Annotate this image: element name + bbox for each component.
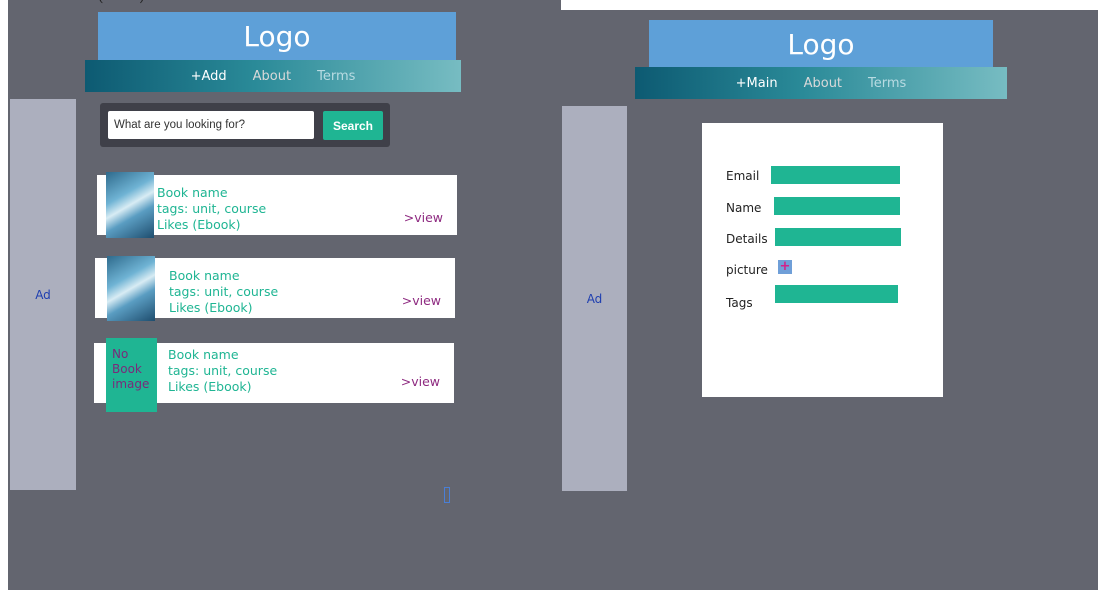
nav-about-link[interactable]: About [253, 69, 291, 84]
add-book-page-wireframe: ( ) Logo +Add About Terms Ad Search Book… [8, 0, 561, 590]
book-card[interactable]: Book name tags: unit, course Likes (Eboo… [95, 256, 455, 321]
view-link[interactable]: >view [401, 374, 440, 389]
add-form-page-wireframe: Logo +Main About Terms Ad Email Name Det… [560, 10, 1098, 590]
nav-bar: +Main About Terms [635, 67, 1007, 99]
nav-terms-link[interactable]: Terms [868, 76, 906, 91]
cut-off-text: ( ) [98, 0, 145, 5]
book-cover-image [107, 256, 155, 321]
book-likes: Likes (Ebook) [169, 300, 253, 315]
search-bar: Search [100, 103, 390, 147]
logo[interactable]: Logo [649, 20, 993, 68]
book-card[interactable]: No Book image Book name tags: unit, course… [94, 338, 454, 412]
nav-main-link[interactable]: +Main [736, 76, 778, 91]
ad-banner[interactable]: Ad [562, 106, 627, 491]
name-label: Name [726, 201, 762, 215]
book-info: Book name tags: unit, course Likes (Eboo… [157, 185, 266, 233]
book-tags: tags: unit, course [168, 363, 278, 378]
book-likes: Likes (Ebook) [168, 379, 252, 394]
view-link[interactable]: >view [404, 210, 443, 225]
scroll-indicator[interactable] [444, 487, 450, 503]
book-tags: tags: unit, course [169, 284, 279, 299]
book-info: Book name tags: unit, course Likes (Eboo… [169, 268, 278, 316]
view-link[interactable]: >view [402, 293, 441, 308]
nav-add-link[interactable]: +Add [191, 69, 227, 84]
email-field[interactable] [771, 166, 900, 184]
book-tags: tags: unit, course [157, 201, 267, 216]
add-item-form: Email Name Details picture + Tags [702, 123, 943, 397]
book-name: Book name [168, 347, 239, 362]
details-label: Details [726, 232, 768, 246]
nav-bar: +Add About Terms [85, 60, 461, 92]
name-field[interactable] [774, 197, 900, 215]
book-name: Book name [169, 268, 240, 283]
nav-terms-link[interactable]: Terms [317, 69, 355, 84]
tags-field[interactable] [775, 285, 898, 303]
book-likes: Likes (Ebook) [157, 217, 241, 232]
picture-label: picture [726, 263, 768, 277]
logo[interactable]: Logo [98, 12, 456, 60]
details-field[interactable] [775, 228, 901, 246]
email-label: Email [726, 169, 760, 183]
search-input[interactable] [108, 111, 314, 139]
book-info: Book name tags: unit, course Likes (Eboo… [168, 347, 277, 395]
book-cover-image [106, 172, 154, 238]
ad-banner[interactable]: Ad [10, 99, 76, 490]
book-card[interactable]: Book name tags: unit, course Likes (Eboo… [97, 172, 457, 238]
tags-label: Tags [726, 296, 753, 310]
search-button[interactable]: Search [323, 111, 383, 140]
nav-about-link[interactable]: About [804, 76, 842, 91]
book-name: Book name [157, 185, 228, 200]
no-image-placeholder: No Book image [106, 338, 157, 412]
add-picture-button[interactable]: + [778, 260, 792, 274]
